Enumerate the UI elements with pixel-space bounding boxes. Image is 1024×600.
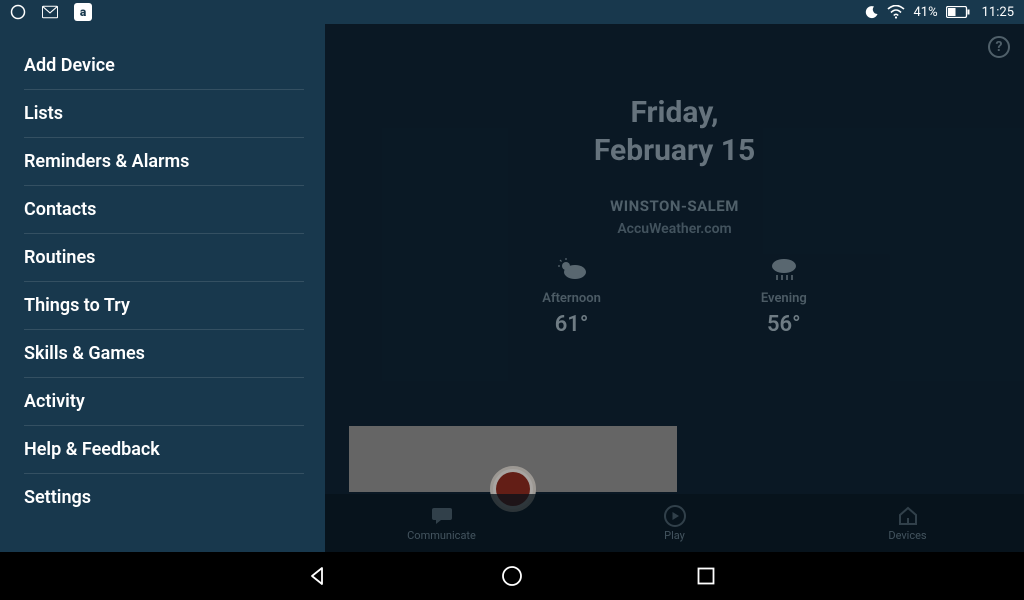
partly-cloudy-icon [542,255,601,283]
sidebar-item-activity[interactable]: Activity [24,378,304,426]
home-devices-icon [897,505,919,527]
sidebar-item-label: Lists [24,103,63,124]
android-nav-bar [0,552,1024,600]
forecast-afternoon: Afternoon 61° [542,255,601,337]
help-icon[interactable]: ? [988,36,1010,58]
forecast-evening: Evening 56° [761,255,807,337]
date-line-2: February 15 [325,132,1024,170]
date-line-1: Friday, [325,94,1024,132]
sidebar-item-lists[interactable]: Lists [24,90,304,138]
sidebar-item-skills-games[interactable]: Skills & Games [24,330,304,378]
sidebar-item-reminders-alarms[interactable]: Reminders & Alarms [24,138,304,186]
sidebar-item-label: Settings [24,487,91,508]
sidebar-item-settings[interactable]: Settings [24,474,304,521]
sidebar-item-things-to-try[interactable]: Things to Try [24,282,304,330]
status-bar: a 41% 11:25 [0,0,1024,24]
sidebar-item-label: Skills & Games [24,343,145,364]
main-content: ? Friday, February 15 WINSTON-SALEM Accu… [325,24,1024,552]
sidebar-menu: Add Device Lists Reminders & Alarms Cont… [0,24,325,552]
sidebar-item-label: Things to Try [24,295,130,316]
content-card[interactable] [349,426,677,492]
sidebar-item-label: Activity [24,391,85,412]
battery-icon [946,6,970,18]
play-circle-icon [664,505,686,527]
sidebar-item-label: Help & Feedback [24,439,160,460]
nav-back-button[interactable] [306,564,330,588]
amazon-app-icon: a [74,3,92,21]
battery-percent: 41% [913,5,937,20]
mail-icon [42,4,58,20]
wifi-icon [887,5,905,19]
rain-icon [761,255,807,283]
bottom-tab-bar: Communicate Play Devices [325,494,1024,552]
sidebar-item-label: Add Device [24,55,115,76]
forecast-label: Afternoon [542,291,601,306]
sidebar-item-help-feedback[interactable]: Help & Feedback [24,426,304,474]
sidebar-item-label: Routines [24,247,95,268]
clock-time: 11:25 [982,5,1014,20]
tab-label: Devices [888,529,926,542]
tab-devices[interactable]: Devices [791,494,1024,552]
nav-home-button[interactable] [500,564,524,588]
weather-source: AccuWeather.com [325,221,1024,237]
status-left: a [10,3,92,21]
tab-label: Communicate [407,529,476,542]
dnd-moon-icon [865,5,879,19]
forecast-temp: 56° [761,312,807,337]
tab-play[interactable]: Play [558,494,791,552]
weather-location: WINSTON-SALEM [325,197,1024,215]
sidebar-item-label: Reminders & Alarms [24,151,189,172]
forecast-label: Evening [761,291,807,306]
forecast-temp: 61° [542,312,601,337]
tab-communicate[interactable]: Communicate [325,494,558,552]
nav-recent-button[interactable] [694,564,718,588]
home-date: Friday, February 15 [325,94,1024,169]
sidebar-item-routines[interactable]: Routines [24,234,304,282]
sidebar-item-label: Contacts [24,199,96,220]
sidebar-item-contacts[interactable]: Contacts [24,186,304,234]
alexa-icon [10,4,26,20]
speech-bubble-icon [431,505,453,527]
forecast-row: Afternoon 61° Evening 56° [325,255,1024,337]
sidebar-item-add-device[interactable]: Add Device [24,42,304,90]
tab-label: Play [664,529,685,542]
status-right: 41% 11:25 [865,5,1014,20]
